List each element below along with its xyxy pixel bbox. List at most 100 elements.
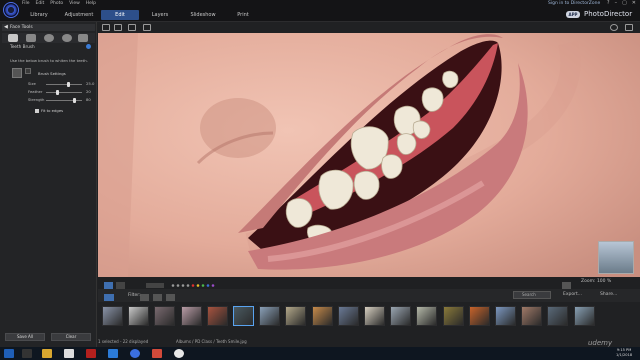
face-swap-tool-icon[interactable] xyxy=(78,34,88,42)
photo-thumbnail[interactable] xyxy=(442,306,464,326)
export-button[interactable]: Export... xyxy=(563,292,582,297)
brush-icon[interactable] xyxy=(12,68,22,78)
photo-thumbnail[interactable] xyxy=(259,306,281,326)
photo-thumbnail[interactable] xyxy=(180,306,202,326)
system-clock[interactable]: 9:15 PM 1/1/2018 xyxy=(616,348,632,358)
size-value[interactable]: 25.0 xyxy=(86,81,94,86)
photo-thumbnail[interactable] xyxy=(154,306,176,326)
zoom-control[interactable]: Zoom: 100 % xyxy=(581,279,611,284)
menu-help[interactable]: Help xyxy=(86,1,96,6)
tag-icon[interactable] xyxy=(166,294,175,301)
feather-slider-knob[interactable] xyxy=(56,90,60,95)
sign-in-link[interactable]: Sign in to DirectorZone xyxy=(548,1,600,6)
photo-thumbnail[interactable] xyxy=(285,306,307,326)
rating-dot-icon[interactable] xyxy=(181,284,185,287)
share-button[interactable]: Share... xyxy=(600,292,617,297)
grid-icon[interactable] xyxy=(143,24,151,31)
feather-slider-track[interactable] xyxy=(46,92,82,93)
search-input[interactable]: Search xyxy=(513,291,551,299)
photo-thumbnail[interactable] xyxy=(364,306,385,326)
split-view-icon[interactable] xyxy=(114,24,122,31)
navigator-thumbnail[interactable] xyxy=(598,241,634,274)
strength-slider-track[interactable] xyxy=(46,100,82,101)
zoom-value[interactable]: 100 % xyxy=(597,279,611,284)
menu-view[interactable]: View xyxy=(69,1,80,6)
photo-thumbnail[interactable] xyxy=(311,306,333,326)
tab-library[interactable]: Library xyxy=(25,10,53,20)
feather-value[interactable]: 20 xyxy=(86,89,91,94)
fit-edges-checkbox[interactable] xyxy=(35,109,39,113)
photo-canvas[interactable] xyxy=(98,33,640,277)
clear-button[interactable]: Clear xyxy=(51,333,91,341)
tab-print[interactable]: Print xyxy=(230,10,256,20)
photo-thumbnail[interactable] xyxy=(573,306,595,326)
rating-dot-icon[interactable] xyxy=(171,284,175,287)
rating-dot-icon[interactable] xyxy=(186,284,190,287)
teeth-brush-tool-icon[interactable] xyxy=(8,34,18,42)
maximize-icon[interactable]: ▢ xyxy=(622,0,627,6)
photo-thumbnail[interactable] xyxy=(206,306,228,326)
histogram-icon[interactable] xyxy=(562,282,571,289)
acrobat-icon[interactable] xyxy=(86,349,96,358)
face-tool-icon[interactable] xyxy=(26,34,36,42)
filmstrip-view-icon[interactable] xyxy=(104,294,114,301)
filter-icon[interactable] xyxy=(140,294,149,301)
compare-icon[interactable] xyxy=(102,24,110,31)
info-icon[interactable] xyxy=(86,44,91,49)
color-label-yellow-icon[interactable] xyxy=(196,284,200,287)
document-icon[interactable] xyxy=(64,349,74,358)
search-icon[interactable] xyxy=(610,24,618,31)
single-view-icon[interactable] xyxy=(104,282,113,289)
photo-thumbnail[interactable] xyxy=(416,306,438,326)
menu-edit[interactable]: Edit xyxy=(36,1,45,6)
photo-thumbnail[interactable] xyxy=(495,306,516,326)
eye-blink-tool-icon[interactable] xyxy=(62,34,72,42)
search-taskbar-icon[interactable] xyxy=(22,349,32,358)
size-slider-knob[interactable] xyxy=(66,82,70,87)
rating-dot-icon[interactable] xyxy=(176,284,180,287)
chrome-icon[interactable] xyxy=(174,349,184,358)
ie-icon[interactable] xyxy=(108,349,118,358)
powerpoint-icon[interactable] xyxy=(152,349,162,358)
tab-slideshow[interactable]: Slideshow xyxy=(186,10,220,20)
file-explorer-icon[interactable] xyxy=(42,349,52,358)
tab-edit[interactable]: Edit xyxy=(101,10,139,20)
close-icon[interactable]: ✕ xyxy=(632,0,636,6)
menu-photo[interactable]: Photo xyxy=(50,1,63,6)
strength-value[interactable]: 80 xyxy=(86,97,91,102)
photo-thumbnail[interactable] xyxy=(102,306,123,326)
app-badge[interactable]: APP xyxy=(566,11,580,18)
photo-thumbnail[interactable] xyxy=(233,306,254,326)
photo-thumbnail[interactable] xyxy=(547,306,569,326)
color-label-blue-icon[interactable] xyxy=(206,284,210,287)
color-label-purple-icon[interactable] xyxy=(211,284,215,287)
minimize-icon[interactable]: – xyxy=(615,0,618,6)
strength-slider-knob[interactable] xyxy=(73,98,77,103)
photo-thumbnail[interactable] xyxy=(521,306,543,326)
start-icon[interactable] xyxy=(4,349,14,358)
eraser-icon[interactable] xyxy=(25,68,31,74)
help-icon[interactable]: ? xyxy=(607,0,610,6)
save-all-button[interactable]: Save All xyxy=(5,333,45,341)
tool-row xyxy=(2,33,95,43)
photo-thumbnail[interactable] xyxy=(128,306,150,326)
tab-adjustment[interactable]: Adjustment xyxy=(62,10,96,20)
photo-thumbnail[interactable] xyxy=(337,306,359,326)
menu-file[interactable]: File xyxy=(22,1,30,6)
tab-layers[interactable]: Layers xyxy=(146,10,174,20)
sort-icon[interactable] xyxy=(153,294,162,301)
taskbar xyxy=(0,347,640,360)
fit-icon[interactable] xyxy=(128,24,136,31)
compare-view-icon[interactable] xyxy=(116,282,125,289)
size-slider-track[interactable] xyxy=(46,84,82,85)
photo-thumbnail[interactable] xyxy=(390,306,412,326)
fit-edges-option[interactable]: Fit to edges xyxy=(35,108,63,113)
rating-icon[interactable] xyxy=(146,283,164,288)
color-label-green-icon[interactable] xyxy=(201,284,205,287)
color-label-red-icon[interactable] xyxy=(191,284,195,287)
fullscreen-icon[interactable] xyxy=(625,24,633,31)
photo-thumbnail[interactable] xyxy=(468,306,490,326)
back-arrow-icon[interactable]: ◀ xyxy=(4,24,8,31)
photodirector-taskbar-icon[interactable] xyxy=(130,349,140,358)
eye-tool-icon[interactable] xyxy=(44,34,54,42)
